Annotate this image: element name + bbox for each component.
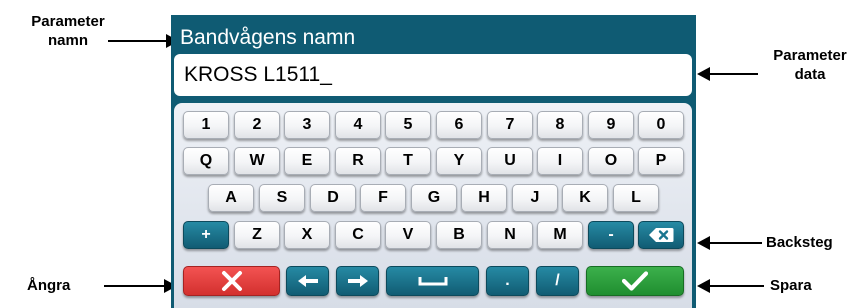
keyboard-panel: 1 2 3 4 5 6 7 8 9 0 Q W E R T Y U I O P … [174,103,692,308]
key-6[interactable]: 6 [436,111,482,139]
key-m[interactable]: M [537,221,583,249]
callout-backsteg: Backsteg [766,234,833,251]
key-t[interactable]: T [385,147,431,175]
callout-parameter-data-line2: data [794,66,826,83]
callout-parameter-data: Parameter data [758,46,862,84]
arrow-right-icon [347,275,368,287]
key-o[interactable]: O [588,147,634,175]
key-plus[interactable]: + [183,221,229,249]
parameter-name: Bandvågens namn [180,26,356,49]
space-bar-icon [418,277,447,286]
callout-arrow-parameter-namn [108,40,168,42]
key-x[interactable]: X [284,221,330,249]
key-8[interactable]: 8 [537,111,583,139]
backspace-icon [649,228,674,242]
key-r[interactable]: R [335,147,381,175]
key-q[interactable]: Q [183,147,229,175]
key-f[interactable]: F [360,184,406,212]
callout-spara: Spara [770,277,812,294]
key-d[interactable]: D [310,184,356,212]
key-0[interactable]: 0 [638,111,684,139]
callout-parameter-namn: Parameter namn [8,12,128,50]
parameter-value-field[interactable]: KROSS L1511_ [174,54,692,96]
key-1[interactable]: 1 [183,111,229,139]
callout-arrow-spara [708,285,764,287]
checkmark-icon [622,271,648,291]
key-9[interactable]: 9 [588,111,634,139]
callout-arrow-backsteg [708,242,762,244]
key-j[interactable]: J [512,184,558,212]
callout-angra: Ångra [27,277,71,294]
x-icon [221,271,242,291]
confirm-button[interactable] [586,266,684,296]
arrow-left-icon [297,275,318,287]
key-i[interactable]: I [537,147,583,175]
callout-arrow-parameter-data [708,73,758,75]
key-l[interactable]: L [613,184,659,212]
space-button[interactable] [386,266,479,296]
callout-arrow-angra [104,285,166,287]
key-y[interactable]: Y [436,147,482,175]
key-c[interactable]: C [335,221,381,249]
backspace-button[interactable] [638,221,684,249]
key-s[interactable]: S [259,184,305,212]
key-3[interactable]: 3 [284,111,330,139]
key-a[interactable]: A [208,184,254,212]
key-g[interactable]: G [411,184,457,212]
key-5[interactable]: 5 [385,111,431,139]
key-b[interactable]: B [436,221,482,249]
key-7[interactable]: 7 [487,111,533,139]
key-n[interactable]: N [487,221,533,249]
key-z[interactable]: Z [234,221,280,249]
key-v[interactable]: V [385,221,431,249]
key-p[interactable]: P [638,147,684,175]
callout-parameter-data-line1: Parameter [773,47,847,64]
key-h[interactable]: H [461,184,507,212]
key-4[interactable]: 4 [335,111,381,139]
key-slash[interactable]: / [536,266,579,296]
key-u[interactable]: U [487,147,533,175]
cursor-left-button[interactable] [286,266,329,296]
key-e[interactable]: E [284,147,330,175]
key-k[interactable]: K [562,184,608,212]
key-dot[interactable]: . [486,266,529,296]
parameter-value: KROSS L1511_ [184,63,332,86]
key-w[interactable]: W [234,147,280,175]
cancel-button[interactable] [183,266,280,296]
device-screen: Bandvågens namn KROSS L1511_ 1 2 3 4 5 6… [171,15,696,308]
key-minus[interactable]: - [588,221,634,249]
cursor-right-button[interactable] [336,266,379,296]
key-2[interactable]: 2 [234,111,280,139]
callout-parameter-namn-line1: Parameter [31,13,105,30]
